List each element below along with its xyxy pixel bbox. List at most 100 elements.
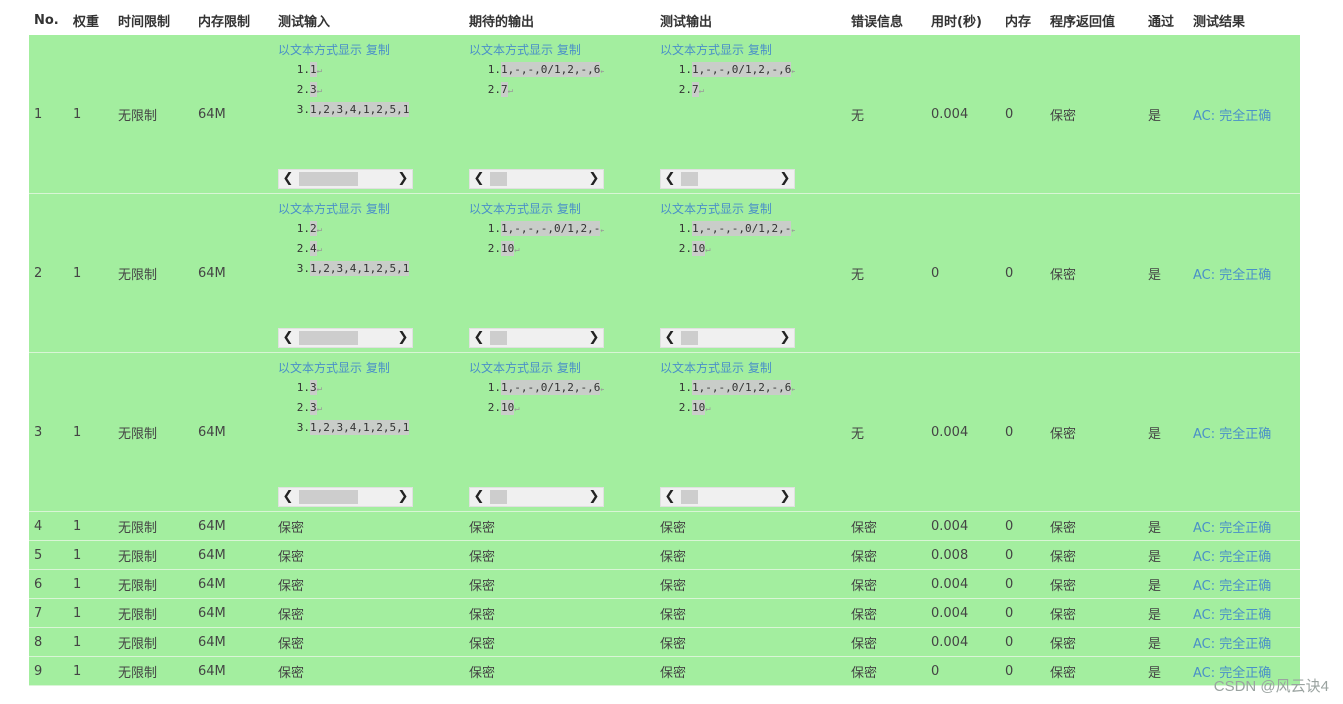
code-line: 2. 10↵: [469, 398, 604, 418]
scroll-left-icon[interactable]: ❮: [661, 329, 679, 347]
expected-output-scrollbar[interactable]: ❮ ❯: [469, 487, 604, 507]
copy-link[interactable]: 复制: [366, 43, 390, 57]
copy-link[interactable]: 复制: [366, 361, 390, 375]
cell-test-result[interactable]: AC: 完全正确: [1188, 598, 1300, 628]
cell-no-text: 4: [34, 518, 43, 534]
cell-memory-text: 0: [1005, 634, 1014, 650]
copy-link[interactable]: 复制: [748, 202, 772, 216]
line-number: 1.: [296, 381, 310, 394]
test-output-scrollbar[interactable]: ❮ ❯: [660, 487, 795, 507]
cell-test-result-text[interactable]: AC: 完全正确: [1193, 268, 1271, 283]
scroll-left-icon[interactable]: ❮: [279, 170, 297, 188]
copy-link[interactable]: 复制: [557, 202, 581, 216]
scroll-left-icon[interactable]: ❮: [470, 170, 488, 188]
cell-test-result[interactable]: AC: 完全正确: [1188, 569, 1300, 599]
scroll-left-icon[interactable]: ❮: [470, 488, 488, 506]
test-output-cell: 以文本方式显示 复制1. 1,-,-,0/1,2,-,6↵2. 10↵❮❯: [655, 352, 846, 512]
show-as-text-link[interactable]: 以文本方式显示: [660, 361, 744, 375]
test-input-scrollbar[interactable]: ❮ ❯: [278, 169, 413, 189]
newline-icon: ↵: [316, 225, 323, 235]
line-number: 2.: [678, 83, 692, 96]
test-output-scrollbar[interactable]: ❮ ❯: [660, 328, 795, 348]
cell-pass: 是: [1143, 656, 1188, 686]
expected-output-scrollbar[interactable]: ❮ ❯: [469, 328, 604, 348]
scroll-left-icon[interactable]: ❮: [279, 488, 297, 506]
test-output-scrollbar[interactable]: ❮ ❯: [660, 169, 795, 189]
scroll-thumb[interactable]: [681, 490, 698, 504]
show-as-text-link[interactable]: 以文本方式显示: [278, 43, 362, 57]
test-output-actions: 以文本方式显示 复制: [660, 41, 772, 58]
scroll-thumb[interactable]: [299, 172, 358, 186]
line-number: 3.: [296, 262, 310, 275]
scroll-thumb[interactable]: [681, 172, 698, 186]
cell-test-result[interactable]: AC: 完全正确: [1188, 35, 1300, 194]
scroll-thumb[interactable]: [299, 490, 358, 504]
cell-return-value: 保密: [1045, 193, 1143, 353]
cell-test-result[interactable]: AC: 完全正确: [1188, 627, 1300, 657]
cell-time-limit: 无限制: [113, 193, 193, 353]
cell-no: 6: [29, 569, 68, 599]
expected-output-cell: 以文本方式显示 复制1. 1,-,-,0/1,2,-,6↵2. 7↵❮❯: [464, 35, 655, 194]
cell-test-result-text[interactable]: AC: 完全正确: [1193, 608, 1271, 623]
scroll-right-icon[interactable]: ❯: [585, 329, 603, 347]
scroll-right-icon[interactable]: ❯: [394, 170, 412, 188]
scroll-left-icon[interactable]: ❮: [279, 329, 297, 347]
cell-test-result-text[interactable]: AC: 完全正确: [1193, 637, 1271, 652]
show-as-text-link[interactable]: 以文本方式显示: [660, 202, 744, 216]
cell-return-value: 保密: [1045, 352, 1143, 512]
cell-test-result[interactable]: AC: 完全正确: [1188, 352, 1300, 512]
cell-test-input-text: 保密: [278, 520, 305, 536]
scroll-left-icon[interactable]: ❮: [661, 488, 679, 506]
show-as-text-link[interactable]: 以文本方式显示: [278, 202, 362, 216]
cell-weight-text: 1: [73, 576, 82, 592]
show-as-text-link[interactable]: 以文本方式显示: [469, 43, 553, 57]
expected-output-scrollbar[interactable]: ❮ ❯: [469, 169, 604, 189]
test-input-scrollbar[interactable]: ❮ ❯: [278, 487, 413, 507]
copy-link[interactable]: 复制: [366, 202, 390, 216]
scroll-right-icon[interactable]: ❯: [394, 329, 412, 347]
scroll-thumb[interactable]: [681, 331, 698, 345]
cell-time-limit: 无限制: [113, 569, 193, 599]
newline-icon: ↵: [316, 384, 323, 394]
scroll-thumb[interactable]: [299, 331, 358, 345]
show-as-text-link[interactable]: 以文本方式显示: [469, 202, 553, 216]
show-as-text-link[interactable]: 以文本方式显示: [660, 43, 744, 57]
cell-weight-text: 1: [73, 663, 82, 679]
scroll-left-icon[interactable]: ❮: [470, 329, 488, 347]
show-as-text-link[interactable]: 以文本方式显示: [469, 361, 553, 375]
scroll-thumb[interactable]: [490, 172, 507, 186]
cell-test-result-text[interactable]: AC: 完全正确: [1193, 109, 1271, 124]
scroll-right-icon[interactable]: ❯: [776, 170, 794, 188]
newline-icon: ↵: [600, 66, 604, 76]
copy-link[interactable]: 复制: [748, 43, 772, 57]
copy-link[interactable]: 复制: [557, 43, 581, 57]
cell-error-info-text: 无: [851, 267, 865, 283]
scroll-left-icon[interactable]: ❮: [661, 170, 679, 188]
header-no: No.: [29, 6, 68, 35]
header-time-used: 用时(秒): [926, 6, 1000, 35]
scroll-right-icon[interactable]: ❯: [394, 488, 412, 506]
cell-test-result-text[interactable]: AC: 完全正确: [1193, 521, 1271, 536]
scroll-right-icon[interactable]: ❯: [585, 488, 603, 506]
scroll-right-icon[interactable]: ❯: [776, 488, 794, 506]
cell-no: 9: [29, 656, 68, 686]
cell-test-result[interactable]: AC: 完全正确: [1188, 511, 1300, 541]
table-row: 4 1 无限制 64M 保密 保密 保密 保密 0.004 0 保密 是 AC: 完全正确: [29, 511, 1300, 541]
cell-test-result[interactable]: AC: 完全正确: [1188, 193, 1300, 353]
test-input-scrollbar[interactable]: ❮ ❯: [278, 328, 413, 348]
cell-test-result-text[interactable]: AC: 完全正确: [1193, 579, 1271, 594]
scroll-thumb[interactable]: [490, 331, 507, 345]
cell-expected-output: 保密: [464, 627, 655, 657]
scroll-right-icon[interactable]: ❯: [776, 329, 794, 347]
cell-time-used: 0: [926, 656, 1000, 686]
scroll-thumb[interactable]: [490, 490, 507, 504]
show-as-text-link[interactable]: 以文本方式显示: [278, 361, 362, 375]
cell-memory-limit-text: 64M: [198, 576, 226, 592]
cell-test-result-text[interactable]: AC: 完全正确: [1193, 550, 1271, 565]
test-input-lines: 1. 3↵ 2. 3↵ 3. 1,2,3,4,1,2,5,1: [278, 378, 413, 438]
copy-link[interactable]: 复制: [557, 361, 581, 375]
cell-test-result[interactable]: AC: 完全正确: [1188, 540, 1300, 570]
copy-link[interactable]: 复制: [748, 361, 772, 375]
cell-test-result-text[interactable]: AC: 完全正确: [1193, 427, 1271, 442]
scroll-right-icon[interactable]: ❯: [585, 170, 603, 188]
